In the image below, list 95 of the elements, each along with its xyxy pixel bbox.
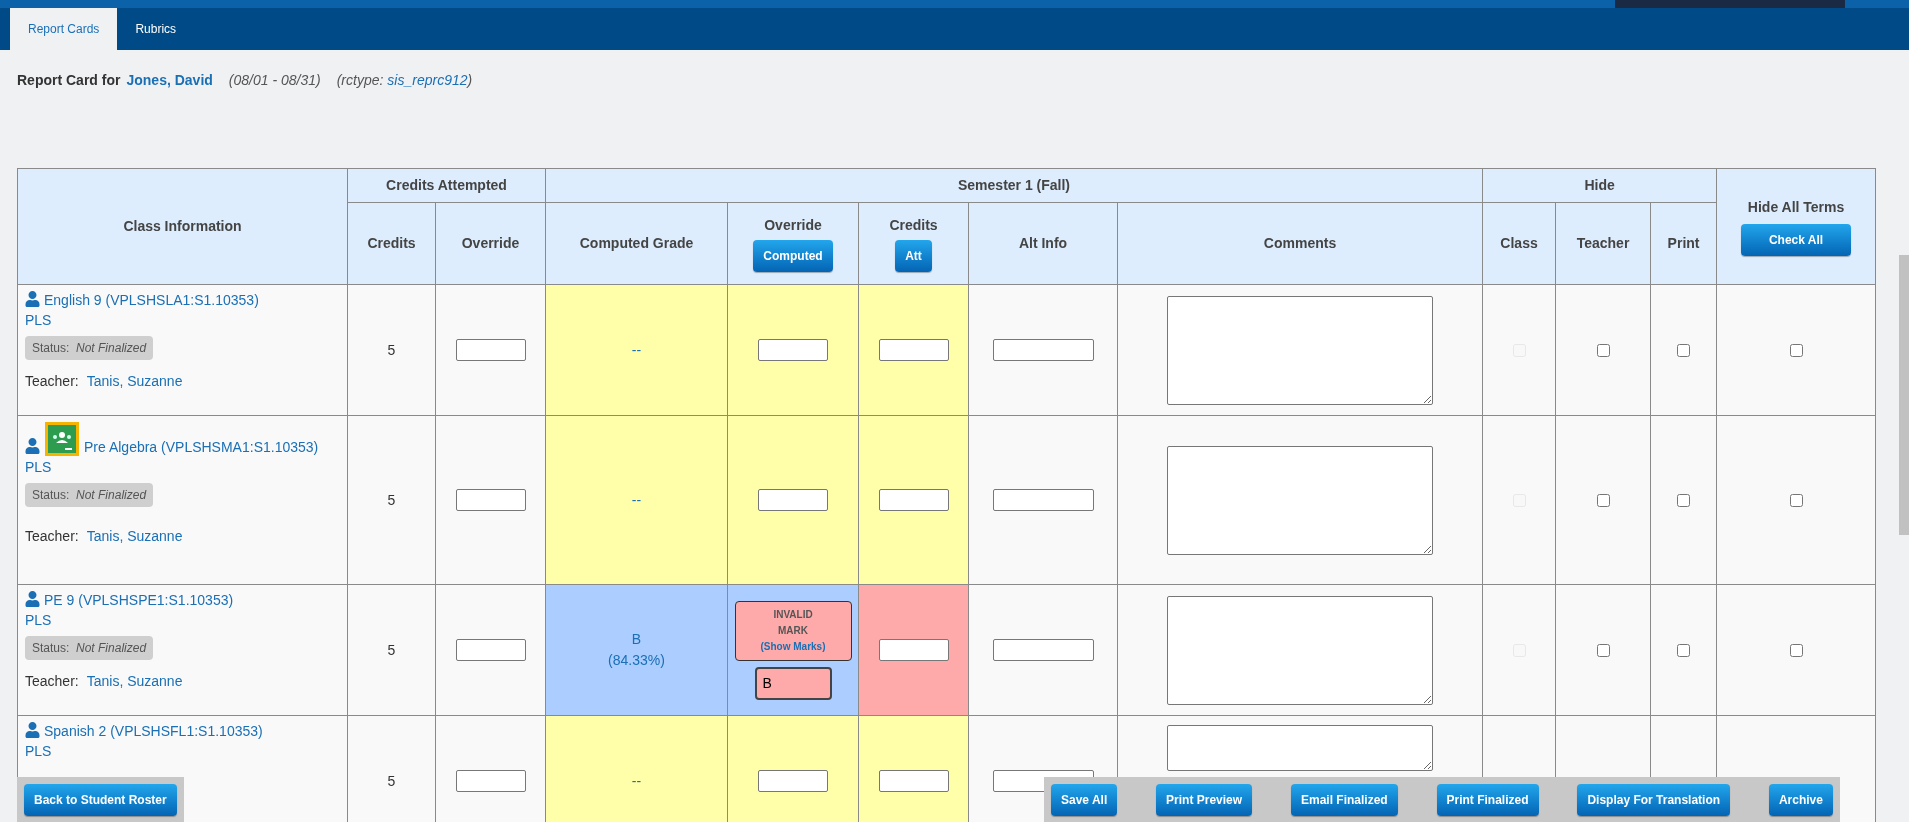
credits-override-field[interactable] xyxy=(455,489,526,511)
credits-att-field[interactable] xyxy=(878,339,949,361)
heading-label: Report Card for xyxy=(17,71,121,90)
action-button[interactable]: Back to Student Roster xyxy=(24,783,177,816)
rctype-label: (rctype: xyxy=(336,71,384,90)
action-button[interactable]: Print Finalized xyxy=(1436,783,1539,816)
alt-info-field[interactable] xyxy=(992,639,1094,661)
teacher-label: Teacher: xyxy=(25,527,79,545)
rctype-link[interactable]: sis_reprc912 xyxy=(387,70,468,91)
rctype-close: ) xyxy=(467,71,473,90)
status-badge: Status: Not Finalized xyxy=(25,336,154,360)
alt-info-field[interactable] xyxy=(992,339,1094,361)
class-link[interactable]: English 9 (VPLSHSLA1:S1.10353) xyxy=(44,292,259,308)
grade-value: -- xyxy=(630,490,643,510)
action-button[interactable]: Save All xyxy=(1051,783,1118,816)
alert-text: INVALID MARK xyxy=(772,607,814,638)
person-icon xyxy=(25,438,40,454)
checkbox[interactable] xyxy=(1789,493,1803,507)
comments-field[interactable] xyxy=(1167,295,1433,405)
class-link[interactable]: Pre Algebra (VPLSHSMA1:S1.10353) xyxy=(84,439,319,455)
comments-field[interactable] xyxy=(1167,445,1433,555)
column-header: Override xyxy=(763,216,823,235)
class-link[interactable]: Spanish 2 (VPLSHSFL1:S1.10353) xyxy=(44,723,263,739)
column-header: Override xyxy=(435,202,546,285)
credits-att-field[interactable] xyxy=(878,489,949,511)
student-link[interactable]: Jones, David xyxy=(126,70,213,91)
column-header: Class xyxy=(1482,202,1556,285)
teacher-label: Teacher: xyxy=(25,372,79,390)
date-range: (08/01 - 08/31) xyxy=(228,71,321,90)
column-header: Teacher xyxy=(1555,202,1651,285)
credits-override-field[interactable] xyxy=(455,770,526,792)
column-header: Alt Info xyxy=(968,202,1118,285)
checkbox[interactable] xyxy=(1677,493,1691,507)
checkbox[interactable] xyxy=(1677,343,1691,357)
group-header: Hide xyxy=(1482,168,1717,203)
action-button[interactable]: Print Preview xyxy=(1156,783,1253,816)
show-marks-link[interactable]: (Show Marks) xyxy=(760,640,826,652)
column-header: Comments xyxy=(1117,202,1483,285)
section-text: PLS xyxy=(25,611,53,630)
teacher-link[interactable]: Tanis, Suzanne xyxy=(86,672,183,690)
group-header: Semester 1 (Fall) xyxy=(545,168,1483,203)
grade-override-field[interactable] xyxy=(758,489,828,511)
grade-value: B xyxy=(630,630,643,649)
section-text: PLS xyxy=(25,311,53,330)
checkbox[interactable] xyxy=(1789,343,1803,357)
checkbox[interactable] xyxy=(1677,643,1691,657)
comments-field[interactable] xyxy=(1167,595,1433,705)
column-header: Hide All Terms xyxy=(1746,198,1846,217)
credits-att-field[interactable] xyxy=(878,770,949,792)
section-text: PLS xyxy=(25,458,53,477)
credits-value: 5 xyxy=(387,642,396,658)
computed-button[interactable]: Computed xyxy=(753,240,833,272)
status-badge: Status: Not Finalized xyxy=(25,483,154,507)
grade-percent: (84.33%) xyxy=(607,651,666,670)
credits-att-field[interactable] xyxy=(878,639,949,661)
grade-override-field[interactable] xyxy=(758,339,828,361)
tab[interactable]: Rubrics xyxy=(117,8,195,50)
action-button[interactable]: Display For Translation xyxy=(1577,783,1731,816)
comments-field[interactable] xyxy=(1167,725,1433,771)
credits-value: 5 xyxy=(387,773,396,789)
column-header: Print xyxy=(1650,202,1717,285)
status-badge: Status: Not Finalized xyxy=(25,636,154,660)
teacher-link[interactable]: Tanis, Suzanne xyxy=(86,527,183,545)
classroom-icon[interactable] xyxy=(44,421,80,457)
grade-value: -- xyxy=(630,771,643,791)
group-header: Credits Attempted xyxy=(347,168,546,203)
action-button[interactable]: Archive xyxy=(1768,783,1833,816)
column-header: Class Information xyxy=(17,168,348,285)
credits-override-field[interactable] xyxy=(455,339,526,361)
action-button[interactable]: Email Finalized xyxy=(1290,783,1398,816)
person-icon xyxy=(25,591,40,607)
grade-override-field[interactable]: B xyxy=(754,666,832,700)
att-button[interactable]: Att xyxy=(895,240,932,272)
scrollbar-thumb[interactable] xyxy=(1899,255,1909,535)
column-header: Credits xyxy=(888,216,939,235)
grade-override-field[interactable] xyxy=(758,770,828,792)
teacher-link[interactable]: Tanis, Suzanne xyxy=(86,372,183,390)
checkbox[interactable] xyxy=(1596,493,1610,507)
section-text: PLS xyxy=(25,742,53,761)
check-all-button[interactable]: Check All xyxy=(1741,224,1852,256)
grade-value: -- xyxy=(630,340,643,360)
tab[interactable]: Report Cards xyxy=(10,8,118,50)
credits-value: 5 xyxy=(387,492,396,508)
class-link[interactable]: PE 9 (VPLSHSPE1:S1.10353) xyxy=(44,592,234,608)
teacher-label: Teacher: xyxy=(25,672,79,690)
checkbox[interactable] xyxy=(1596,643,1610,657)
credits-value: 5 xyxy=(387,342,396,358)
column-header: Credits xyxy=(347,202,436,285)
checkbox[interactable] xyxy=(1596,343,1610,357)
column-header: Computed Grade xyxy=(545,202,728,285)
person-icon xyxy=(25,291,40,307)
person-icon xyxy=(25,722,40,738)
alt-info-field[interactable] xyxy=(992,489,1094,511)
credits-override-field[interactable] xyxy=(455,639,526,661)
checkbox[interactable] xyxy=(1789,643,1803,657)
